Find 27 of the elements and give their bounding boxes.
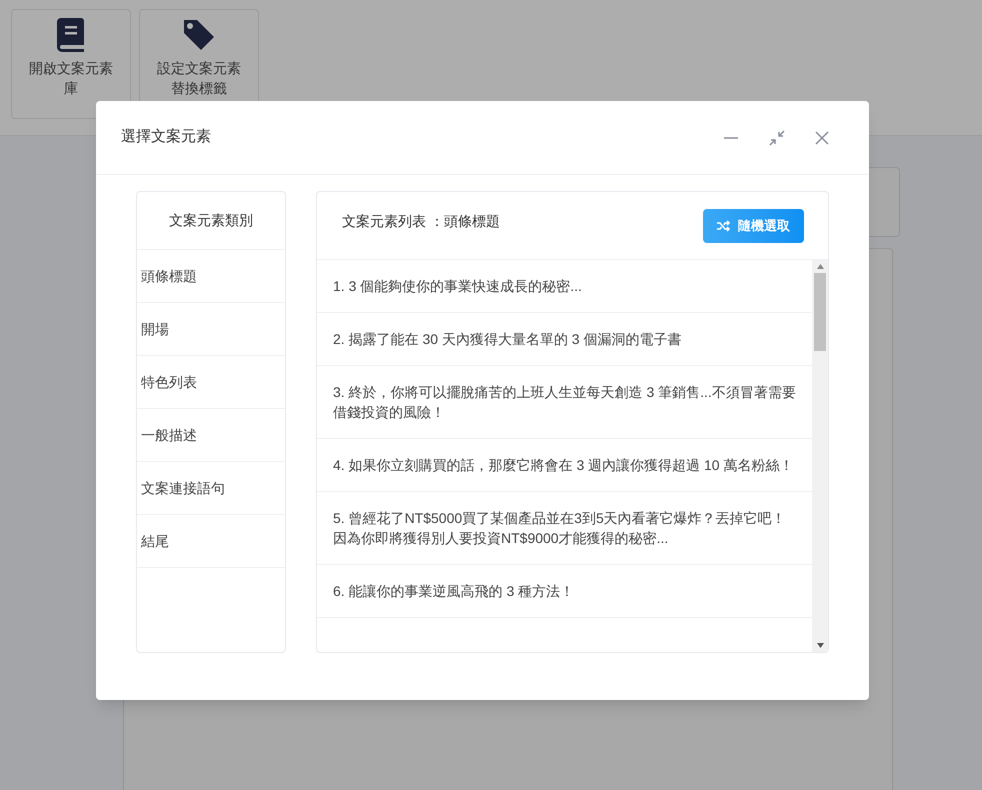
category-item[interactable]: 頭條標題: [137, 250, 285, 303]
category-item[interactable]: 文案連接語句: [137, 462, 285, 515]
category-item[interactable]: 一般描述: [137, 409, 285, 462]
button-label: 替換標籤: [171, 79, 227, 98]
list-item[interactable]: 6. 能讓你的事業逆風高飛的 3 種方法！: [317, 565, 812, 618]
dialog-title: 選擇文案元素: [121, 127, 212, 148]
shuffle-icon: [717, 220, 730, 232]
scroll-up-icon[interactable]: [816, 264, 824, 269]
category-item[interactable]: 特色列表: [137, 356, 285, 409]
toolbar-button[interactable]: 開啟文案元素 庫: [11, 9, 131, 119]
book-icon: [57, 18, 85, 52]
button-label: 庫: [64, 79, 78, 98]
category-item[interactable]: 開場: [137, 303, 285, 356]
button-label: 開啟文案元素: [29, 59, 113, 78]
close-icon[interactable]: [815, 130, 829, 144]
scroll-down-icon[interactable]: [816, 643, 824, 648]
button-label: 設定文案元素: [157, 59, 241, 78]
category-heading: 文案元素類別: [169, 211, 253, 230]
list-item[interactable]: 4. 如果你立刻購買的話，那麼它將會在 3 週內讓你獲得超過 10 萬名粉絲！: [317, 439, 812, 492]
collapse-icon[interactable]: [769, 130, 785, 146]
list-heading: 文案元素列表 ：頭條標題: [342, 212, 501, 231]
list-item[interactable]: 2. 揭露了能在 30 天內獲得大量名單的 3 個漏洞的電子書: [317, 313, 812, 366]
tag-icon: [182, 18, 216, 52]
category-item[interactable]: 結尾: [137, 515, 285, 568]
scrollbar-thumb[interactable]: [814, 273, 826, 351]
list-item[interactable]: 1. 3 個能夠使你的事業快速成長的秘密...: [317, 260, 812, 313]
scrollbar[interactable]: [812, 260, 828, 652]
